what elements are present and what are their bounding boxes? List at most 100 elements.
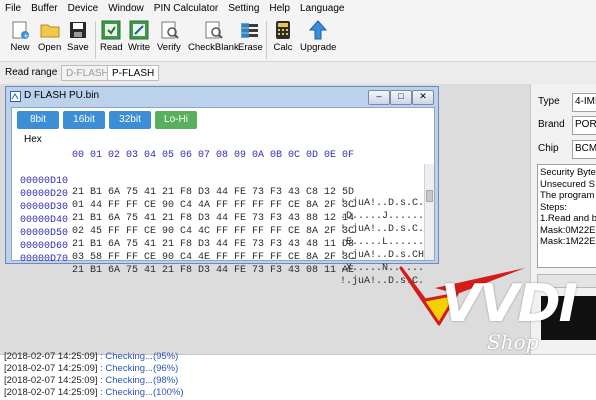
hex-bytes: 21 B1 6A 75 41 21 F8 D3 44 FE 73 F3 43 0… <box>72 265 355 276</box>
watermark-brand-text: VVDI <box>441 274 578 334</box>
log-timestamp: [2018-02-07 14:25:09] <box>4 351 98 362</box>
save-button[interactable]: Save <box>67 20 89 53</box>
window-title: D FLASH PU.bin <box>24 90 100 101</box>
minimize-icon[interactable]: – <box>368 90 390 105</box>
menu-bar: File Buffer Device Window PIN Calculator… <box>0 0 596 17</box>
window-titlebar[interactable]: D FLASH PU.bin – □ ✕ <box>6 87 438 105</box>
info-line: Unsecured S <box>540 178 595 190</box>
log-timestamp: [2018-02-07 14:25:09] <box>4 387 98 398</box>
checkblank-label: CheckBlank <box>188 42 239 53</box>
log-message: : Checking...(95%) <box>97 351 179 362</box>
hex-row[interactable]: 00000D40 02 45 FF FF CE 90 C4 4C FF FF F… <box>12 204 436 248</box>
checkblank-button[interactable]: CheckBlank <box>188 20 239 53</box>
menu-pin-calculator[interactable]: PIN Calculator <box>149 0 223 17</box>
read-label: Read <box>100 42 123 53</box>
erase-icon <box>240 20 260 40</box>
hex-row[interactable]: 00000D70 21 B1 6A 75 41 21 F8 D3 44 FE 7… <box>12 243 436 287</box>
log-line: [2018-02-07 14:25:09] : Checking...(95%) <box>4 351 178 362</box>
toolbar-separator <box>95 21 96 59</box>
menu-file[interactable]: File <box>0 0 26 17</box>
toolbar-separator <box>266 21 267 59</box>
save-label: Save <box>67 42 89 53</box>
log-message: : Checking...(96%) <box>97 363 179 374</box>
type-label: Type <box>538 96 560 107</box>
hex-row[interactable]: 00000D60 03 58 FF FF CE 90 C4 4E FF FF F… <box>12 230 436 274</box>
write-button[interactable]: Write <box>128 20 150 53</box>
tab-lo-hi[interactable]: Lo-Hi <box>155 111 197 129</box>
tab-16bit[interactable]: 16bit <box>63 111 105 129</box>
log-panel: [2018-02-07 14:25:09] : Checking...(95%)… <box>0 351 596 400</box>
menu-device[interactable]: Device <box>63 0 104 17</box>
folder-icon <box>40 20 60 40</box>
read-range-bar: Read range D-FLASH P-FLASH <box>0 63 596 83</box>
hex-address: 00000D70 <box>20 254 69 265</box>
floppy-disk-icon <box>68 20 88 40</box>
read-button[interactable]: Read <box>100 20 123 53</box>
maximize-icon[interactable]: □ <box>390 90 412 105</box>
read-range-label: Read range <box>5 67 58 78</box>
scrollbar-thumb[interactable] <box>426 190 433 202</box>
upgrade-label: Upgrade <box>300 42 337 53</box>
brand-field[interactable]: POR <box>572 116 596 135</box>
log-timestamp: [2018-02-07 14:25:09] <box>4 363 98 374</box>
menu-setting[interactable]: Setting <box>223 0 264 17</box>
hex-editor-window: D FLASH PU.bin – □ ✕ 8bit 16bit 32bit Lo… <box>5 86 439 287</box>
hex-view: 8bit 16bit 32bit Lo-Hi Hex 00 01 02 03 0… <box>11 107 436 287</box>
upload-arrow-icon <box>308 20 328 40</box>
erase-button[interactable]: Erase <box>238 20 263 53</box>
vertical-scrollbar[interactable] <box>424 164 434 260</box>
read-chip-icon <box>101 20 121 40</box>
info-line: Steps: <box>540 201 567 213</box>
hex-row[interactable]: 00000D10 21 B1 6A 75 41 21 F8 D3 44 FE 7… <box>12 165 436 209</box>
svg-text:+: + <box>23 32 29 40</box>
hex-row[interactable]: 00000D20 01 44 FF FF CE 90 C4 4A FF FF F… <box>12 178 436 222</box>
hex-section-label: Hex <box>24 134 42 145</box>
write-chip-icon <box>129 20 149 40</box>
menu-window[interactable]: Window <box>103 0 149 17</box>
hex-row[interactable]: 00000D30 21 B1 6A 75 41 21 F8 D3 44 FE 7… <box>12 191 436 235</box>
new-button[interactable]: + New <box>10 20 30 53</box>
type-field[interactable]: 4-IMM <box>572 93 596 112</box>
hex-column-header: 00 01 02 03 04 05 06 07 08 09 0A 0B 0C 0… <box>72 150 355 161</box>
info-line: Mask:1M22E <box>540 236 596 247</box>
tab-8bit[interactable]: 8bit <box>17 111 59 129</box>
info-line: The program <box>540 190 595 201</box>
chip-label: Chip <box>538 143 559 154</box>
calculator-icon <box>273 20 293 40</box>
log-line: [2018-02-07 14:25:09] : Checking...(100%… <box>4 387 184 398</box>
verify-label: Verify <box>157 42 181 53</box>
new-file-icon: + <box>10 20 30 40</box>
check-blank-icon <box>203 20 224 40</box>
close-icon[interactable]: ✕ <box>412 90 434 105</box>
menu-language[interactable]: Language <box>295 0 350 17</box>
hex-row[interactable]: 00000D50 21 B1 6A 75 41 21 F8 D3 44 FE 7… <box>12 217 436 261</box>
upgrade-button[interactable]: Upgrade <box>300 20 336 53</box>
open-button[interactable]: Open <box>38 20 61 53</box>
log-timestamp: [2018-02-07 14:25:09] <box>4 375 98 386</box>
watermark-sub-text: Shop <box>487 330 539 354</box>
erase-label: Erase <box>238 42 263 53</box>
vvdi-shop-watermark: VVDI Shop <box>395 248 595 368</box>
window-app-icon <box>10 91 21 105</box>
menu-buffer[interactable]: Buffer <box>26 0 63 17</box>
calc-button[interactable]: Calc <box>273 20 293 53</box>
write-label: Write <box>128 42 150 53</box>
log-line: [2018-02-07 14:25:09] : Checking...(98%) <box>4 375 178 386</box>
new-label: New <box>10 42 30 53</box>
info-line: Mask:0M22E <box>540 224 596 236</box>
brand-label: Brand <box>538 119 565 130</box>
verify-button[interactable]: Verify <box>157 20 181 53</box>
menu-help[interactable]: Help <box>264 0 295 17</box>
tab-32bit[interactable]: 32bit <box>109 111 151 129</box>
chip-field[interactable]: BCM <box>572 140 596 159</box>
open-label: Open <box>38 42 62 53</box>
tab-d-flash[interactable]: D-FLASH <box>61 65 114 81</box>
info-line: 1.Read and b <box>540 213 596 224</box>
tab-p-flash[interactable]: P-FLASH <box>107 65 160 81</box>
calc-label: Calc <box>273 42 293 53</box>
verify-icon <box>159 20 179 40</box>
log-message: : Checking...(100%) <box>97 387 184 398</box>
log-line: [2018-02-07 14:25:09] : Checking...(96%) <box>4 363 178 374</box>
log-message: : Checking...(98%) <box>97 375 179 386</box>
info-line: Security Byte <box>540 167 596 178</box>
